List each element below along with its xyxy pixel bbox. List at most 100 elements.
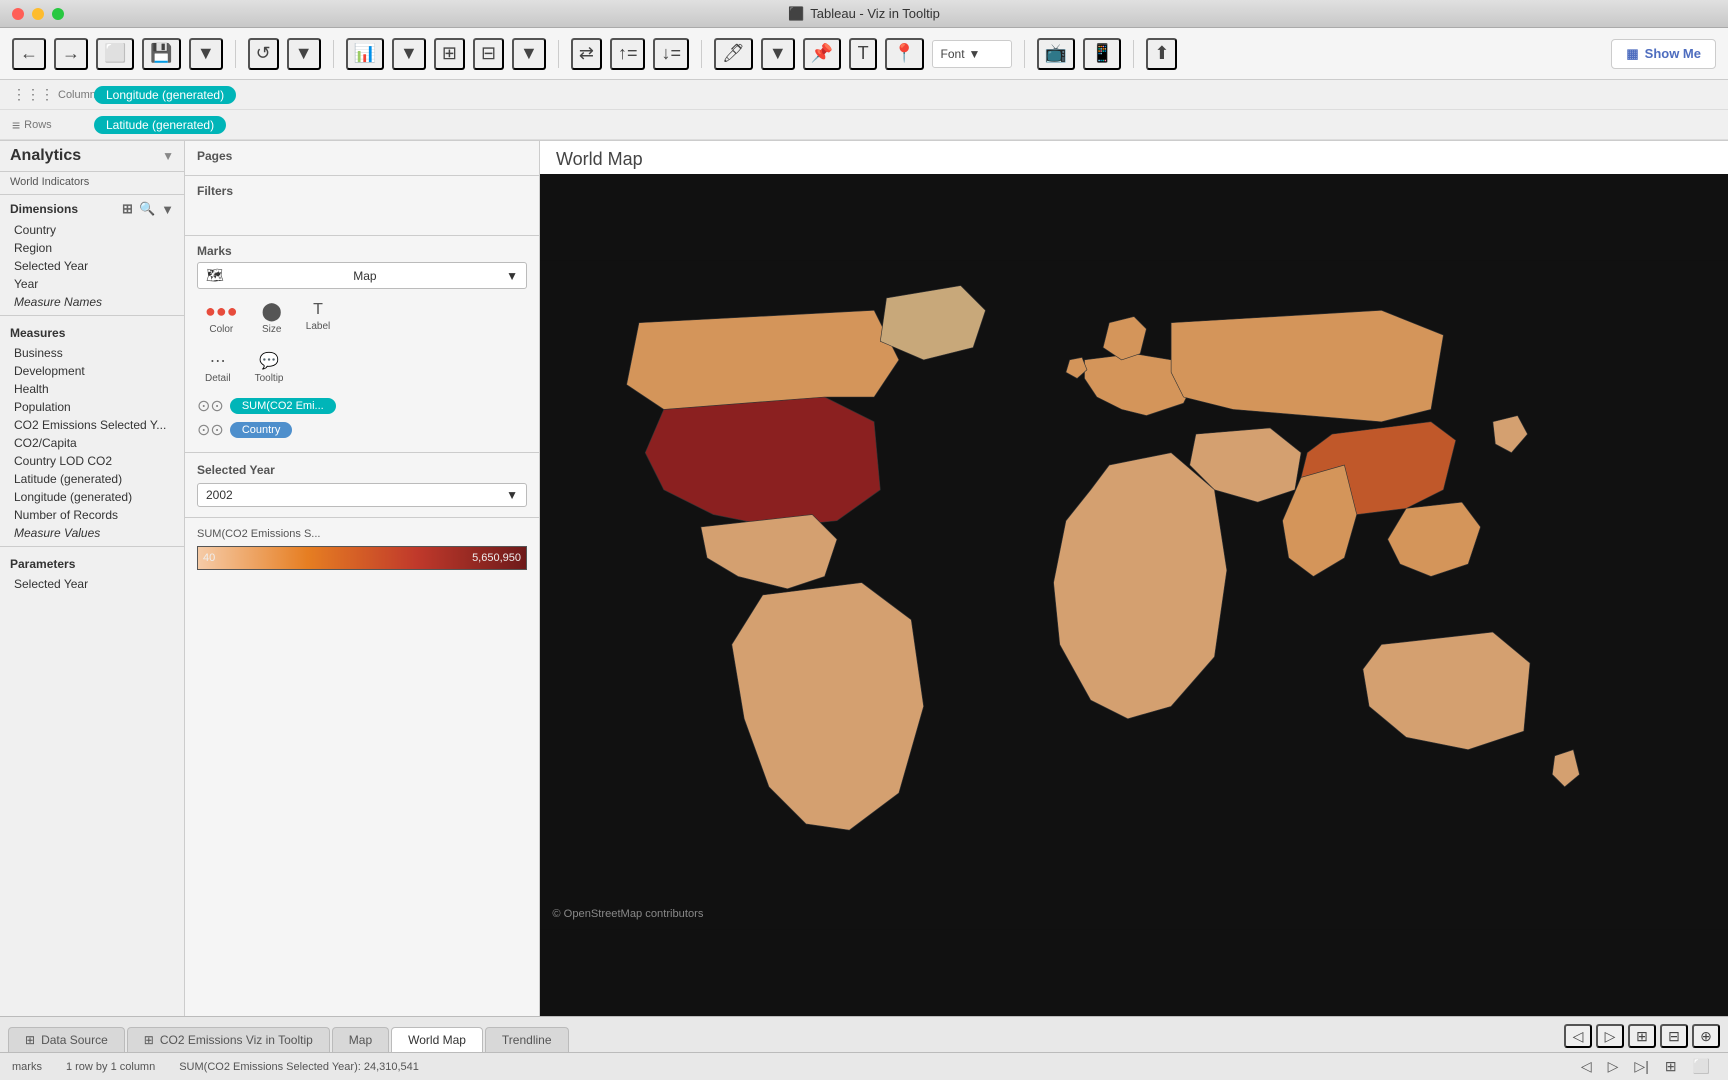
latitude-pill[interactable]: Latitude (generated): [94, 116, 226, 134]
add-sheet-btn[interactable]: ⊞: [1628, 1024, 1656, 1048]
maximize-btn[interactable]: [52, 8, 64, 20]
sidebar-item-region[interactable]: Region: [0, 239, 184, 257]
detail-icon: ⋯: [210, 351, 226, 371]
undo-dropdown[interactable]: ▼: [287, 38, 321, 70]
sort-asc[interactable]: ↑=: [610, 38, 646, 70]
size-btn[interactable]: ⬤ Size: [254, 297, 290, 339]
shelves-area: ⋮⋮⋮ Columns Longitude (generated) ≡ Rows…: [0, 80, 1728, 141]
divider-2: [333, 40, 334, 68]
co2-emissions-pill[interactable]: SUM(CO2 Emi...: [230, 398, 336, 414]
sidebar-item-measure-values[interactable]: Measure Values: [0, 524, 184, 542]
sidebar-item-longitude[interactable]: Longitude (generated): [0, 488, 184, 506]
sidebar-item-country[interactable]: Country: [0, 221, 184, 239]
more-sheets-btn[interactable]: ⊕: [1692, 1024, 1720, 1048]
sidebar-item-development[interactable]: Development: [0, 362, 184, 380]
color-label: Color: [209, 324, 233, 335]
section-divider-1: [0, 315, 184, 316]
tab-world-map[interactable]: World Map: [391, 1027, 483, 1052]
sidebar-item-param-selected-year[interactable]: Selected Year: [0, 575, 184, 593]
swap-btn[interactable]: ⇄: [571, 38, 602, 70]
sort-desc[interactable]: ↓=: [653, 38, 689, 70]
home-button[interactable]: ⬜: [96, 38, 134, 70]
sidebar-item-year[interactable]: Year: [0, 275, 184, 293]
present-btn[interactable]: 📺: [1037, 38, 1075, 70]
label-icon: T: [313, 301, 323, 319]
format-dropdown[interactable]: ▼: [512, 38, 546, 70]
svg-text:© OpenStreetMap contributors: © OpenStreetMap contributors: [552, 908, 703, 920]
chart-type-btn[interactable]: 📊: [346, 38, 384, 70]
layout-fit[interactable]: ⬜: [1687, 1056, 1716, 1077]
analytics-dropdown-arrow[interactable]: ▼: [162, 149, 174, 163]
format-btn[interactable]: ⊟: [473, 38, 504, 70]
world-map-container[interactable]: © OpenStreetMap contributors: [540, 174, 1728, 1016]
back-button[interactable]: ←: [12, 38, 46, 70]
nav-end[interactable]: ▷|: [1628, 1056, 1654, 1077]
color-dropdown[interactable]: ▼: [761, 38, 795, 70]
text-btn[interactable]: T: [849, 38, 877, 70]
tooltip-btn[interactable]: 💬 Tooltip: [247, 347, 292, 388]
pages-section: Pages: [185, 141, 539, 176]
close-btn[interactable]: [12, 8, 24, 20]
sidebar-item-population[interactable]: Population: [0, 398, 184, 416]
year-dropdown[interactable]: 2002 ▼: [197, 483, 527, 507]
marks-type-dropdown[interactable]: 🗺 Map ▼: [197, 262, 527, 289]
marks-count: marks: [12, 1061, 42, 1073]
color-icon: ●●●: [205, 301, 238, 322]
layout-grid[interactable]: ⊞: [1659, 1056, 1683, 1077]
columns-pills: Longitude (generated): [94, 86, 236, 104]
tab-co2-viz[interactable]: ⊞ CO2 Emissions Viz in Tooltip: [127, 1027, 330, 1052]
bottom-tabs: ⊞ Data Source ⊞ CO2 Emissions Viz in Too…: [0, 1016, 1728, 1052]
sidebar-item-health[interactable]: Health: [0, 380, 184, 398]
sidebar-item-num-records[interactable]: Number of Records: [0, 506, 184, 524]
sidebar-item-business[interactable]: Business: [0, 344, 184, 362]
full-layout: ⋮⋮⋮ Columns Longitude (generated) ≡ Rows…: [0, 80, 1728, 1080]
sidebar-item-co2-capita[interactable]: CO2/Capita: [0, 434, 184, 452]
detail-btn[interactable]: ⋯ Detail: [197, 347, 239, 388]
table-btn[interactable]: ⊞: [434, 38, 465, 70]
label-btn[interactable]: T Label: [298, 297, 338, 339]
nav-next[interactable]: ▷: [1602, 1056, 1625, 1077]
chart-dropdown[interactable]: ▼: [392, 38, 426, 70]
divider-3: [558, 40, 559, 68]
mark-pill-row-1: ⊙⊙ SUM(CO2 Emi...: [197, 396, 527, 416]
font-dropdown[interactable]: Font▼: [932, 40, 1012, 68]
search-icon[interactable]: 🔍: [139, 201, 155, 217]
pin-btn[interactable]: 📍: [885, 38, 923, 70]
divider-4: [701, 40, 702, 68]
tab-data-source[interactable]: ⊞ Data Source: [8, 1027, 125, 1052]
save-options[interactable]: ▼: [189, 38, 223, 70]
marks-section: Marks 🗺 Map ▼ ●●● Color ⬤ Size: [185, 236, 539, 453]
sidebar-item-latitude[interactable]: Latitude (generated): [0, 470, 184, 488]
nav-prev[interactable]: ◁: [1575, 1056, 1598, 1077]
selected-year-section: Selected Year 2002 ▼: [185, 453, 539, 518]
longitude-pill[interactable]: Longitude (generated): [94, 86, 236, 104]
grid-view-icon[interactable]: ⊞: [122, 201, 133, 217]
sidebar-header[interactable]: Analytics ▼: [0, 141, 184, 172]
annotation-btn[interactable]: 📌: [803, 38, 841, 70]
sidebar-item-country-lod[interactable]: Country LOD CO2: [0, 452, 184, 470]
sidebar-scroll: Dimensions ⊞ 🔍 ▼ Country Region Selected…: [0, 195, 184, 1016]
status-nav: ◁ ▷ ▷| ⊞ ⬜: [1575, 1056, 1716, 1077]
sidebar-item-measure-names[interactable]: Measure Names: [0, 293, 184, 311]
tab-trendline[interactable]: Trendline: [485, 1027, 569, 1052]
undo-button[interactable]: ↺: [248, 38, 279, 70]
show-me-button[interactable]: ▦ Show Me: [1611, 39, 1716, 69]
tab-map[interactable]: Map: [332, 1027, 389, 1052]
color-btn[interactable]: ●●● Color: [197, 297, 246, 339]
sidebar-item-co2-emissions[interactable]: CO2 Emissions Selected Y...: [0, 416, 184, 434]
forward-button[interactable]: →: [54, 38, 88, 70]
columns-shelf: ⋮⋮⋮ Columns Longitude (generated): [0, 80, 1728, 110]
tab-scroll-right[interactable]: ▷: [1596, 1024, 1624, 1048]
share-btn[interactable]: ⬆: [1146, 38, 1177, 70]
expand-icon[interactable]: ▼: [161, 202, 174, 217]
dimensions-label: Dimensions: [10, 202, 78, 216]
device-btn[interactable]: 📱: [1083, 38, 1121, 70]
dup-sheet-btn[interactable]: ⊟: [1660, 1024, 1688, 1048]
color-pen[interactable]: 🖊: [714, 38, 753, 70]
minimize-btn[interactable]: [32, 8, 44, 20]
tab-scroll-left[interactable]: ◁: [1564, 1024, 1592, 1048]
country-pill[interactable]: Country: [230, 422, 293, 438]
save-button[interactable]: 💾: [142, 38, 180, 70]
sidebar-item-selected-year[interactable]: Selected Year: [0, 257, 184, 275]
measures-label: Measures: [10, 326, 65, 340]
